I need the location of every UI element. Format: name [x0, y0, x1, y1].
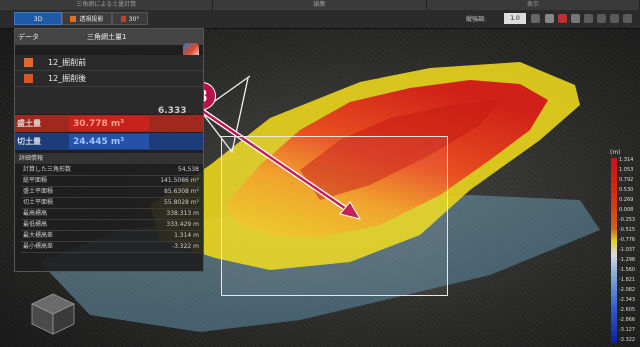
cut-volume-row: 切土量 24.445 m³ — [15, 133, 203, 150]
menu-icon[interactable] — [623, 14, 632, 23]
legend-tick-label: -2.082 — [619, 287, 636, 293]
angle-label: 30° — [128, 16, 140, 23]
stat-label: 最低標高 — [21, 219, 120, 231]
cut-volume-value: 24.445 m³ — [69, 134, 149, 149]
layer-row-after[interactable]: 12_掘削後 — [15, 71, 203, 87]
stat-value: 1.314 m — [119, 230, 201, 242]
cut-volume-label: 切土量 — [17, 137, 41, 146]
app-window: 3 三角網による土量計算 編集 表示 3D 透視投影 30° 縦強調: 1.0 … — [0, 0, 640, 347]
3d-mode-button[interactable]: 3D — [14, 12, 62, 25]
table-row: 最高標高 338.313 m — [21, 208, 201, 220]
title-strip-item: 三角網による土量計算 — [0, 0, 214, 10]
stat-label: 総平面積 — [21, 175, 120, 187]
data-label: データ — [18, 33, 39, 41]
volume-info-panel: データ 三角網土量1 12_掘削前 12_掘削後 盛土量 30.778 m³ 切… — [14, 28, 204, 272]
title-strip: 三角網による土量計算 編集 表示 — [0, 0, 640, 10]
table-row: 最低標高 333.429 m — [21, 219, 201, 231]
layer-swatch-icon — [24, 58, 33, 67]
elevation-color-legend — [611, 158, 617, 343]
layer-name: 12_掘削前 — [48, 58, 87, 67]
layers-icon[interactable] — [610, 14, 619, 23]
vertical-exaggeration-input[interactable]: 1.0 — [504, 13, 526, 24]
legend-tick-label: 0.530 — [619, 187, 634, 193]
fill-volume-row: 盛土量 30.778 m³ — [15, 115, 203, 132]
legend-unit: (m) — [610, 149, 621, 156]
fill-volume-value: 30.778 m³ — [69, 116, 149, 131]
legend-tick-label: -1.298 — [619, 257, 636, 263]
legend-tick-label: -3.127 — [619, 327, 636, 333]
angle-button[interactable]: 30° — [112, 12, 148, 25]
legend-tick-label: -2.605 — [619, 307, 636, 313]
settings-icon[interactable] — [597, 14, 606, 23]
stat-value: 54,538 — [119, 165, 201, 176]
volume-difference-value: 6.333 — [158, 106, 187, 116]
dataset-name: 三角網土量1 — [87, 33, 127, 41]
fill-volume-label: 盛土量 — [17, 119, 41, 128]
legend-tick-label: -0.253 — [619, 217, 636, 223]
view-cube-icon[interactable] — [28, 290, 78, 338]
stat-label: 計算した三角形数 — [21, 165, 120, 176]
home-icon[interactable] — [545, 14, 554, 23]
legend-tick-label: 1.053 — [619, 167, 634, 173]
layer-swatch-icon — [24, 74, 33, 83]
stat-value: -3.322 m — [119, 241, 201, 253]
legend-tick-label: -1.821 — [619, 277, 636, 283]
stat-label: 最高標高 — [21, 208, 120, 220]
stat-label: 最大標高差 — [21, 230, 120, 242]
layer-row-before[interactable]: 12_掘削前 — [15, 55, 203, 71]
table-row: 総平面積 141.5086 m² — [21, 175, 201, 187]
table-row: 最小標高差 -3.322 m — [21, 241, 201, 253]
stat-label: 切土平面積 — [21, 197, 120, 209]
perspective-button[interactable]: 透視投影 — [62, 12, 112, 25]
stat-value: 333.429 m — [119, 219, 201, 231]
view-toolbar: 3D 透視投影 30° 縦強調: 1.0 — [0, 10, 640, 29]
table-row: 盛土平面積 85.6308 m² — [21, 186, 201, 198]
legend-tick-label: -1.560 — [619, 267, 636, 273]
legend-tick-label: 1.314 — [619, 157, 634, 163]
legend-tick-label: 0.792 — [619, 177, 634, 183]
spinner-icon[interactable] — [531, 14, 540, 23]
legend-tick-label: 0.008 — [619, 207, 634, 213]
panel-header: データ 三角網土量1 — [15, 29, 203, 45]
legend-tick-label: -2.866 — [619, 317, 636, 323]
details-header-label: 詳細情報 — [19, 155, 44, 162]
perspective-label: 透視投影 — [79, 16, 104, 23]
legend-tick-label: -2.343 — [619, 297, 636, 303]
table-row: 最大標高差 1.314 m — [21, 230, 201, 242]
stat-value: 85.6308 m² — [119, 186, 201, 198]
legend-tick-label: 0.269 — [619, 197, 634, 203]
zoom-fit-icon[interactable] — [558, 14, 567, 23]
rotate-icon[interactable] — [584, 14, 593, 23]
stat-value: 55.8028 m² — [119, 197, 201, 209]
legend-tick-label: -1.037 — [619, 247, 636, 253]
layer-name: 12_掘削後 — [48, 74, 87, 83]
stat-label: 盛土平面積 — [21, 186, 120, 198]
table-row: 切土平面積 55.8028 m² — [21, 197, 201, 209]
stat-value: 141.5086 m² — [119, 175, 201, 187]
title-strip-item: 編集 — [213, 0, 427, 10]
vertical-exaggeration-label: 縦強調: — [466, 16, 487, 23]
table-row: 計算した三角形数 54,538 — [21, 165, 201, 176]
details-table: 計算した三角形数 54,538 総平面積 141.5086 m² 盛土平面積 85.6… — [21, 165, 201, 253]
stat-value: 338.313 m — [119, 208, 201, 220]
legend-tick-label: -0.515 — [619, 227, 636, 233]
details-section-header[interactable]: 詳細情報 — [15, 153, 203, 164]
legend-tick-label: -0.776 — [619, 237, 636, 243]
selection-rectangle[interactable] — [221, 136, 448, 296]
title-strip-item: 表示 — [427, 0, 640, 10]
pan-icon[interactable] — [571, 14, 580, 23]
stat-label: 最小標高差 — [21, 241, 120, 253]
legend-tick-label: -3.322 — [619, 337, 636, 343]
